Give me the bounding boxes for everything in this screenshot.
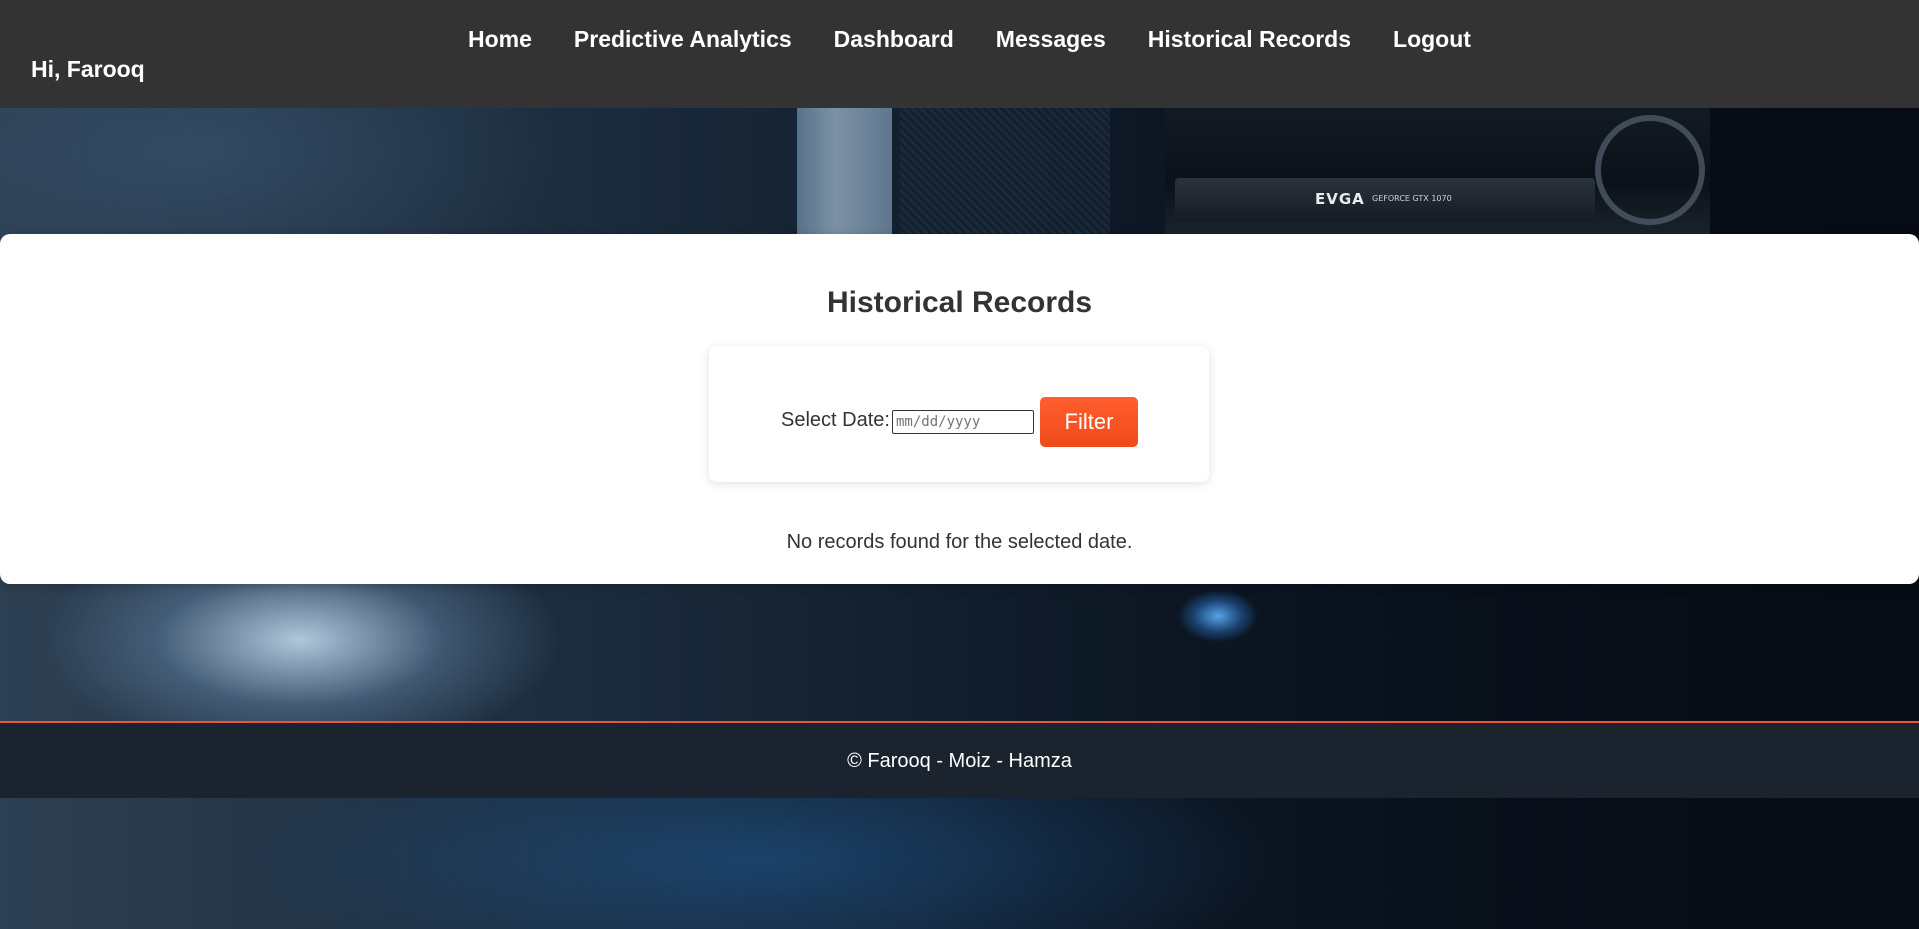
date-filter-form: Select Date: Filter xyxy=(709,346,1209,482)
nav-link-home[interactable]: Home xyxy=(468,26,532,53)
no-records-message: No records found for the selected date. xyxy=(786,531,1133,553)
page-title: Historical Records xyxy=(826,286,1093,319)
nav-link-logout[interactable]: Logout xyxy=(1393,26,1471,53)
footer: © Farooq - Moiz - Hamza xyxy=(0,721,1919,798)
nav-link-messages[interactable]: Messages xyxy=(996,26,1106,53)
nav-link-predictive-analytics[interactable]: Predictive Analytics xyxy=(574,26,792,53)
user-greeting: Hi, Farooq xyxy=(31,56,145,82)
filter-button[interactable]: Filter xyxy=(1040,397,1138,447)
background-mesh xyxy=(900,108,1110,234)
nav-link-dashboard[interactable]: Dashboard xyxy=(834,26,954,53)
gpu-model-text: GEFORCE GTX 1070 xyxy=(1372,194,1452,203)
nav-link-historical-records[interactable]: Historical Records xyxy=(1148,26,1351,53)
background-panel-highlight xyxy=(797,108,892,234)
date-input[interactable] xyxy=(892,410,1034,434)
footer-copyright: © Farooq - Moiz - Hamza xyxy=(847,750,1072,772)
main-nav: Home Predictive Analytics Dashboard Mess… xyxy=(468,26,1513,53)
select-date-label: Select Date: xyxy=(781,409,890,431)
gpu-brand-text: EVGA xyxy=(1315,190,1365,208)
background-fan xyxy=(1595,115,1705,225)
top-navbar: Hi, Farooq Home Predictive Analytics Das… xyxy=(0,0,1919,108)
historical-records-panel: Historical Records Select Date: Filter N… xyxy=(0,234,1919,584)
